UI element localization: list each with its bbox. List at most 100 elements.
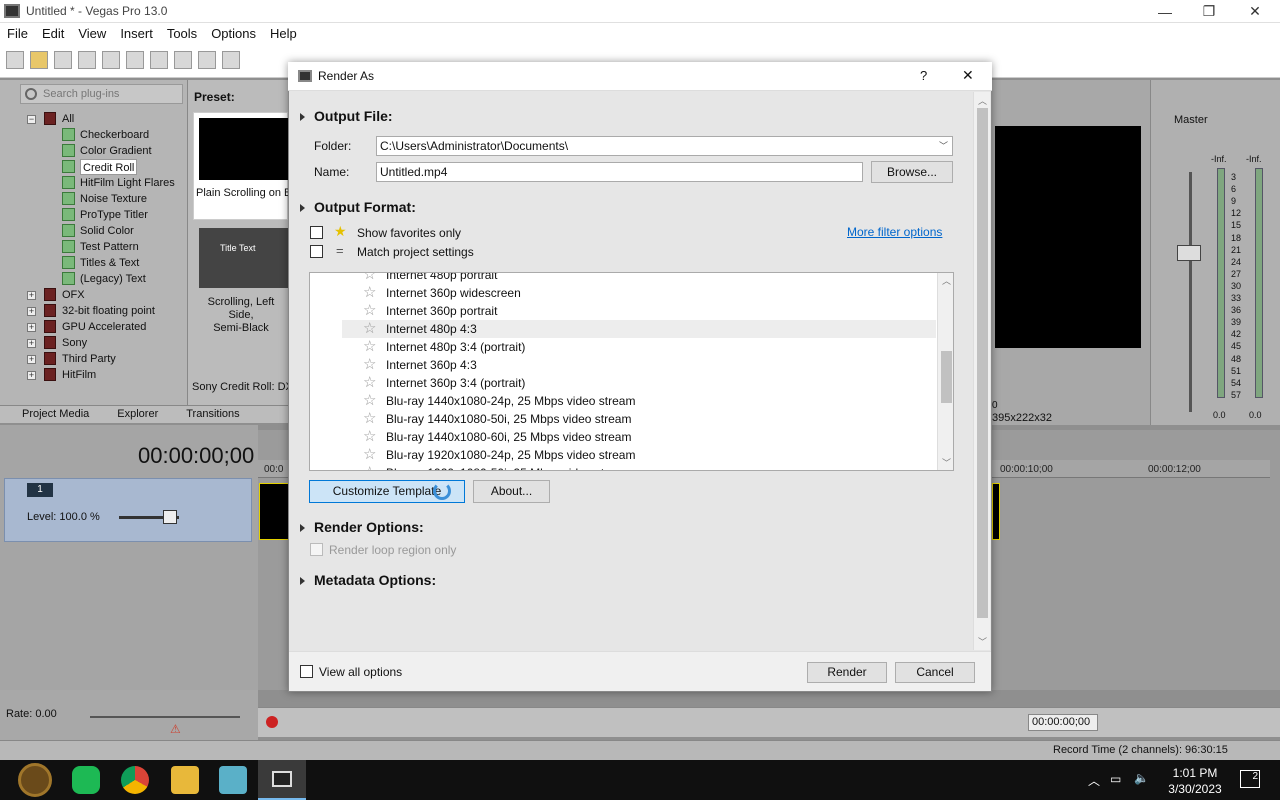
format-row[interactable]: Blu-ray 1920x1080-50i, 25 Mbps video str… xyxy=(386,464,631,470)
tree-item-third-party[interactable]: Third Party xyxy=(62,351,116,367)
render-options-section[interactable]: Render Options: xyxy=(300,519,424,535)
match-project-checkbox[interactable] xyxy=(310,245,323,258)
save-icon[interactable] xyxy=(54,51,72,69)
undo-icon[interactable] xyxy=(222,51,240,69)
tree-item-noise-texture[interactable]: Noise Texture xyxy=(80,191,147,207)
menu-insert[interactable]: Insert xyxy=(113,26,160,41)
rate-slider[interactable] xyxy=(90,716,240,718)
dialog-close-button[interactable]: ✕ xyxy=(962,67,974,84)
tree-expand-icon[interactable]: − xyxy=(27,115,36,124)
format-list-scrollbar[interactable]: ︿ ﹀ xyxy=(937,273,953,470)
render-icon[interactable] xyxy=(102,51,120,69)
tree-item-all[interactable]: All xyxy=(62,111,74,127)
tab-project-media[interactable]: Project Media xyxy=(0,406,101,423)
menu-tools[interactable]: Tools xyxy=(160,26,204,41)
render-format-list[interactable]: Internet 480p portrait ☆ Internet 360p wid… xyxy=(309,272,954,471)
tray-chevron-icon[interactable]: ︿ xyxy=(1088,772,1100,789)
favorite-star-icon[interactable]: ☆ xyxy=(363,337,376,355)
list-scroll-up-icon[interactable]: ︿ xyxy=(942,274,951,287)
menu-edit[interactable]: Edit xyxy=(35,26,71,41)
save-as-icon[interactable] xyxy=(78,51,96,69)
minimize-button[interactable]: — xyxy=(1142,0,1188,23)
output-file-section[interactable]: Output File: xyxy=(300,108,393,124)
video-track-header[interactable]: 1 Level: 100.0 % xyxy=(4,478,252,542)
format-row[interactable]: Internet 480p 4:3 xyxy=(342,320,936,338)
cancel-button[interactable]: Cancel xyxy=(895,662,975,683)
format-row[interactable]: Blu-ray 1440x1080-24p, 25 Mbps video str… xyxy=(386,392,635,410)
video-clip-end[interactable] xyxy=(992,483,1000,540)
file-explorer-icon[interactable] xyxy=(171,766,199,794)
preset-thumbnail-scrolling-left[interactable] xyxy=(199,228,288,288)
tree-item-test-pattern[interactable]: Test Pattern xyxy=(80,239,139,255)
dialog-scrollbar[interactable]: ︿ ﹀ xyxy=(973,92,990,650)
spotify-icon[interactable] xyxy=(72,766,100,794)
tree-expand-icon[interactable]: + xyxy=(27,339,36,348)
video-clip[interactable] xyxy=(259,483,289,540)
vegas-taskbar-button[interactable] xyxy=(258,760,306,800)
favorite-star-icon[interactable]: ☆ xyxy=(363,273,376,283)
format-row[interactable]: Blu-ray 1440x1080-60i, 25 Mbps video str… xyxy=(386,428,631,446)
tree-expand-icon[interactable]: + xyxy=(27,355,36,364)
tree-item-solid-color[interactable]: Solid Color xyxy=(80,223,134,239)
new-icon[interactable] xyxy=(6,51,24,69)
output-format-section[interactable]: Output Format: xyxy=(300,199,416,215)
tree-item-32-bit-floating-point[interactable]: 32-bit floating point xyxy=(62,303,155,319)
format-row[interactable]: Internet 360p 4:3 xyxy=(386,356,477,374)
favorite-star-icon[interactable]: ☆ xyxy=(363,463,376,470)
tree-item-hitfilm[interactable]: HitFilm xyxy=(62,367,96,383)
about-button[interactable]: About... xyxy=(473,480,550,503)
list-scroll-down-icon[interactable]: ﹀ xyxy=(942,456,951,469)
chrome-icon[interactable] xyxy=(121,766,149,794)
tree-item-titles-text[interactable]: Titles & Text xyxy=(80,255,139,271)
paste-icon[interactable] xyxy=(198,51,216,69)
format-row[interactable]: Internet 360p 3:4 (portrait) xyxy=(386,374,525,392)
favorite-star-icon[interactable]: ☆ xyxy=(363,283,376,301)
open-icon[interactable] xyxy=(30,51,48,69)
favorite-star-icon[interactable]: ☆ xyxy=(363,391,376,409)
tree-item-color-gradient[interactable]: Color Gradient xyxy=(80,143,152,159)
name-input[interactable]: Untitled.mp4 xyxy=(376,162,863,182)
favorite-star-icon[interactable]: ☆ xyxy=(363,373,376,391)
tree-item-ofx[interactable]: OFX xyxy=(62,287,85,303)
copy-icon[interactable] xyxy=(174,51,192,69)
network-icon[interactable]: ▭ xyxy=(1110,772,1121,786)
volume-icon[interactable]: 🔈 xyxy=(1134,771,1149,785)
tree-expand-icon[interactable]: + xyxy=(27,291,36,300)
tab-explorer[interactable]: Explorer xyxy=(101,406,170,423)
folder-combobox[interactable]: C:\Users\Administrator\Documents\ ﹀ xyxy=(376,136,953,156)
scroll-down-icon[interactable]: ﹀ xyxy=(978,635,987,648)
tree-expand-icon[interactable]: + xyxy=(27,371,36,380)
level-slider-thumb[interactable] xyxy=(163,510,177,524)
format-list-scroll-thumb[interactable] xyxy=(941,351,952,403)
render-loop-checkbox[interactable] xyxy=(310,543,323,556)
cut-icon[interactable] xyxy=(150,51,168,69)
show-favorites-checkbox[interactable] xyxy=(310,226,323,239)
restore-button[interactable]: ❐ xyxy=(1186,0,1232,23)
format-row[interactable]: Internet 480p 3:4 (portrait) xyxy=(386,338,525,356)
format-row[interactable]: Internet 360p portrait xyxy=(386,302,497,320)
format-row[interactable]: Internet 480p portrait xyxy=(386,273,497,284)
render-button[interactable]: Render xyxy=(807,662,887,683)
clock[interactable]: 1:01 PM 3/30/2023 xyxy=(1160,765,1230,797)
start-orb-icon[interactable] xyxy=(18,763,52,797)
scroll-up-icon[interactable]: ︿ xyxy=(978,94,987,107)
browse-button[interactable]: Browse... xyxy=(871,161,953,183)
favorite-star-icon[interactable]: ☆ xyxy=(363,445,376,463)
favorite-star-icon[interactable]: ☆ xyxy=(363,355,376,373)
more-filter-options-link[interactable]: More filter options xyxy=(847,225,942,239)
metadata-options-section[interactable]: Metadata Options: xyxy=(300,572,436,588)
menu-file[interactable]: File xyxy=(0,26,35,41)
menu-help[interactable]: Help xyxy=(263,26,304,41)
master-fader-thumb[interactable] xyxy=(1177,245,1201,261)
close-window-button[interactable]: ✕ xyxy=(1232,0,1278,23)
tree-item-credit-roll[interactable]: Credit Roll xyxy=(80,159,138,175)
tree-item-legacy-text[interactable]: (Legacy) Text xyxy=(80,271,146,287)
tab-transitions[interactable]: Transitions xyxy=(170,406,251,423)
record-icon[interactable] xyxy=(266,716,278,728)
tree-item-hitfilm-light-flares[interactable]: HitFilm Light Flares xyxy=(80,175,175,191)
favorite-star-icon[interactable]: ☆ xyxy=(363,427,376,445)
format-row[interactable]: Blu-ray 1440x1080-50i, 25 Mbps video str… xyxy=(386,410,631,428)
master-fader-track[interactable] xyxy=(1189,172,1192,412)
tree-item-checkerboard[interactable]: Checkerboard xyxy=(80,127,149,143)
favorite-star-icon[interactable]: ☆ xyxy=(363,409,376,427)
